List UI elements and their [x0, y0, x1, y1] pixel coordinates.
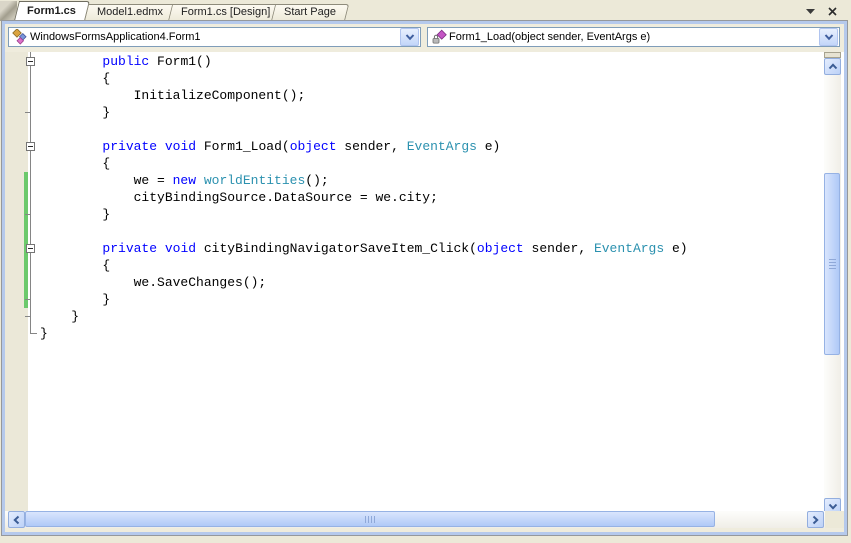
- code-line: cityBindingSource.DataSource = we.city;: [40, 189, 688, 206]
- navigation-bar: WindowsFormsApplication4.Form1 Form1_Loa…: [5, 24, 844, 52]
- fold-toggle-button[interactable]: [26, 142, 35, 151]
- code-line: we.SaveChanges();: [40, 274, 688, 291]
- code-line: }: [40, 308, 688, 325]
- code-line: we = new worldEntities();: [40, 172, 688, 189]
- code-line: }: [40, 325, 688, 342]
- code-line: private void Form1_Load(object sender, E…: [40, 138, 688, 155]
- fold-line: [30, 52, 31, 333]
- document-tab-label: Form1.cs [Design]: [168, 4, 279, 18]
- chevron-down-icon: [806, 8, 815, 14]
- fold-toggle-button[interactable]: [26, 244, 35, 253]
- chevron-right-icon: [812, 515, 819, 525]
- document-tab[interactable]: Form1.cs [Design]: [168, 4, 279, 21]
- change-tracking-bar: [24, 172, 28, 308]
- fold-end-tick: [25, 112, 30, 113]
- vertical-scrollbar-thumb[interactable]: [824, 173, 840, 355]
- code-line: public Form1(): [40, 53, 688, 70]
- private-method-icon: [431, 29, 447, 45]
- fold-end-tick: [25, 299, 30, 300]
- scroll-right-button[interactable]: [807, 511, 824, 528]
- scrollbar-corner: [825, 511, 844, 528]
- types-combobox-dropdown-button[interactable]: [400, 28, 419, 46]
- code-line: [40, 121, 688, 138]
- class-icon: [12, 29, 28, 45]
- chevron-up-icon: [828, 63, 838, 70]
- code-line: }: [40, 104, 688, 121]
- document-tab[interactable]: Form1.cs: [14, 1, 85, 21]
- document-tab-label: Form1.cs: [14, 1, 85, 17]
- scrollbar-grip: [365, 516, 376, 523]
- editor-client-area: WindowsFormsApplication4.Form1 Form1_Loa…: [2, 21, 847, 535]
- vs-editor-window: Form1.csModel1.edmxForm1.cs [Design]Star…: [0, 0, 851, 543]
- document-list-dropdown-button[interactable]: [803, 4, 818, 18]
- code-line: private void cityBindingNavigatorSaveIte…: [40, 240, 688, 257]
- horizontal-scrollbar-thumb[interactable]: [25, 511, 715, 527]
- document-tab[interactable]: Model1.edmx: [84, 4, 172, 21]
- code-text: public Form1() { InitializeComponent(); …: [40, 53, 688, 342]
- code-line: {: [40, 70, 688, 87]
- document-tab-label: Start Page: [271, 4, 345, 18]
- code-line: }: [40, 291, 688, 308]
- fold-end-tick: [30, 333, 37, 334]
- close-icon: [828, 7, 837, 16]
- types-combobox-value: WindowsFormsApplication4.Form1: [30, 31, 400, 43]
- fold-end-tick: [25, 214, 30, 215]
- code-line: {: [40, 257, 688, 274]
- document-tab[interactable]: Start Page: [271, 4, 345, 21]
- fold-toggle-button[interactable]: [26, 57, 35, 66]
- chevron-left-icon: [13, 515, 20, 525]
- members-combobox-value: Form1_Load(object sender, EventArgs e): [449, 31, 819, 43]
- chevron-down-icon: [824, 34, 834, 41]
- code-line: }: [40, 206, 688, 223]
- document-tab-strip: Form1.csModel1.edmxForm1.cs [Design]Star…: [0, 0, 851, 22]
- chevron-down-icon: [405, 34, 415, 41]
- code-line: [40, 223, 688, 240]
- members-combobox-dropdown-button[interactable]: [819, 28, 838, 46]
- code-line: InitializeComponent();: [40, 87, 688, 104]
- scrollbar-grip: [829, 259, 836, 270]
- members-combobox[interactable]: Form1_Load(object sender, EventArgs e): [427, 27, 840, 47]
- tab-strip-controls: [803, 4, 840, 18]
- close-document-button[interactable]: [825, 4, 840, 18]
- code-editor[interactable]: public Form1() { InitializeComponent(); …: [5, 52, 844, 515]
- chevron-down-icon: [828, 503, 838, 510]
- types-combobox[interactable]: WindowsFormsApplication4.Form1: [8, 27, 421, 47]
- scroll-left-button[interactable]: [8, 511, 25, 528]
- code-line: {: [40, 155, 688, 172]
- document-tab-label: Model1.edmx: [84, 4, 172, 18]
- horizontal-scrollbar[interactable]: [5, 511, 844, 528]
- vertical-scrollbar[interactable]: [824, 52, 841, 515]
- scroll-up-button[interactable]: [824, 58, 841, 75]
- fold-end-tick: [25, 316, 30, 317]
